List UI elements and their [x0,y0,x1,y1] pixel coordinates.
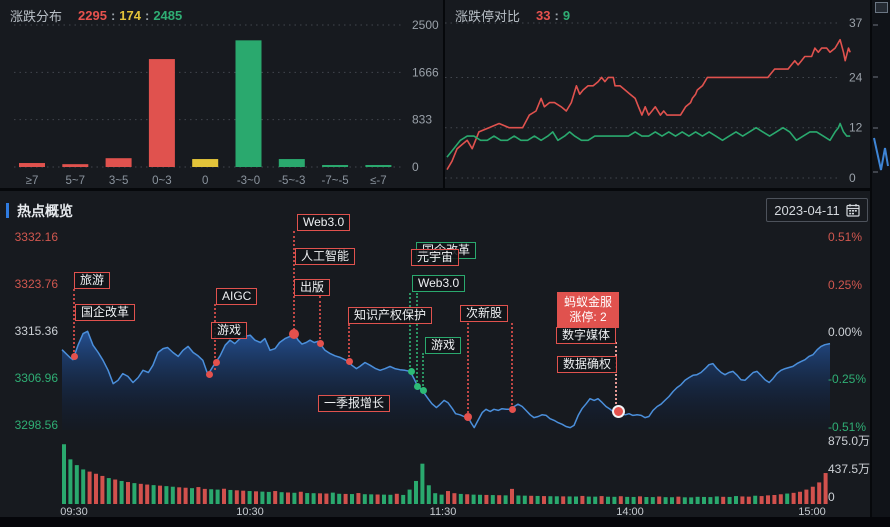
clipped-right-panel [872,0,890,527]
event-dot [206,371,213,378]
event-dot [509,406,516,413]
clipped-blue-line [872,136,890,174]
hotspot-tag-limit-up[interactable]: 蚂蚁金服涨停: 2 [557,292,619,328]
pct-axis-label: -0.51% [828,420,866,434]
pct-axis-label: 0.00% [828,325,862,339]
hotspot-tag[interactable]: 国企改革 [75,304,135,321]
event-dot [346,358,353,365]
hotspot-tag[interactable]: 数字媒体 [556,327,616,344]
hotspot-tag[interactable]: 出版 [294,279,330,296]
tag-connector [319,296,321,339]
clipped-icon [875,2,888,13]
bottom-edge [0,517,890,527]
price-axis-label: 3323.76 [8,277,58,291]
hotspot-tag[interactable]: 一季报增长 [318,395,390,412]
hotspot-tag[interactable]: 数据确权 [557,356,617,373]
hotspot-tag[interactable]: 旅游 [74,272,110,289]
price-axis-label: 3306.96 [8,371,58,385]
hotspot-tag[interactable]: 元宇宙 [411,249,459,266]
pct-axis-label: 875.0万 [828,434,870,448]
tag-connector [511,323,513,405]
price-axis-label: 3298.56 [8,418,58,432]
hotspot-tag[interactable]: Web3.0 [412,275,465,292]
event-dot [213,359,220,366]
pct-axis-label: 0.51% [828,230,862,244]
event-dot [420,387,427,394]
tag-connector [409,293,411,367]
price-axis-label: 3315.36 [8,324,58,338]
tag-connector [348,324,350,357]
event-dot [408,368,415,375]
price-axis-label: 3332.16 [8,230,58,244]
hotspot-tag[interactable]: Web3.0 [297,214,350,231]
hotspot-overlay: 3332.16 3323.76 3315.36 3306.96 3298.56 0.51%… [0,0,872,527]
pct-axis-label: 437.5万 [828,462,870,476]
tag-connector [615,342,617,404]
event-dot [71,353,78,360]
pct-axis-label: 0.25% [828,278,862,292]
hotspot-tag[interactable]: 知识产权保护 [348,307,432,324]
tag-connector [467,323,469,413]
pct-axis-label: 0 [828,490,835,504]
hotspot-tag[interactable]: 游戏 [211,322,247,339]
event-dot [464,413,472,421]
event-dot [317,340,324,347]
pct-axis-label: -0.25% [828,372,866,386]
stock-dashboard: 涨跌分布 2295 : 174 : 2485 083316662500≥75~7… [0,0,890,527]
hotspot-tag[interactable]: 人工智能 [295,248,355,265]
event-dot [612,405,625,418]
hotspot-tag[interactable]: AIGC [216,288,257,305]
hotspot-tag[interactable]: 游戏 [425,337,461,354]
hotspot-tag[interactable]: 次新股 [460,305,508,322]
tag-connector [422,353,424,386]
event-dot [289,329,299,339]
